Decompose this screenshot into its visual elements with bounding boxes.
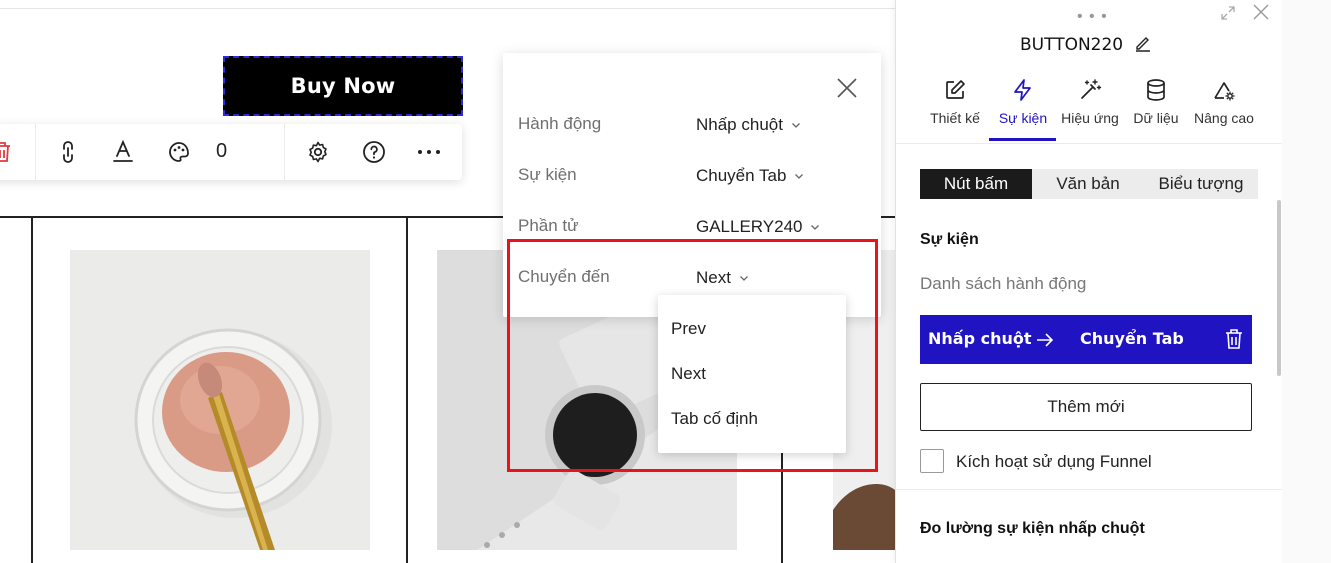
magic-wand-icon [1081,79,1102,99]
tab-effects-label: Hiệu ứng [1061,110,1119,126]
click-tracking-title: Đo lường sự kiện nhấp chuột [920,520,1145,537]
section-divider [896,489,1283,490]
tab-effects[interactable]: Hiệu ứng [1052,78,1128,134]
chevron-down-icon [811,225,820,230]
pencil-square-icon [946,80,965,99]
tab-design[interactable]: Thiết kế [917,78,993,134]
segment-button[interactable]: Nút bấm [920,169,1032,199]
buy-now-button[interactable]: Buy Now [223,56,463,116]
trash-icon[interactable] [0,138,16,166]
segment-text[interactable]: Văn bản [1032,169,1144,199]
action-item[interactable]: Nhấp chuột Chuyển Tab [920,315,1252,364]
funnel-checkbox[interactable] [920,449,944,473]
tabs-divider [896,143,1283,144]
element-select-value: GALLERY240 [696,217,803,236]
tab-events-label: Sự kiện [998,110,1048,126]
gallery-divider [31,216,33,563]
right-gutter [1282,0,1331,563]
action-label: Hành động [518,114,602,133]
action-select[interactable]: Nhấp chuột [696,115,801,135]
toolbar-divider [35,124,36,180]
close-icon[interactable] [836,77,858,99]
tab-advanced-label: Nâng cao [1194,110,1254,126]
shapes-gear-icon [1214,82,1235,101]
action-trigger: Nhấp chuột [928,329,1032,348]
drag-handle-icon[interactable]: • • • [1077,8,1108,26]
more-icon[interactable] [415,138,443,166]
panel-scrollbar[interactable] [1277,200,1281,376]
tab-events[interactable]: Sự kiện [985,78,1061,134]
buy-now-label: Buy Now [290,74,396,98]
palette-icon[interactable] [165,138,193,166]
tab-design-label: Thiết kế [930,110,980,126]
tab-advanced[interactable]: Nâng cao [1186,78,1262,134]
annotation-highlight-box [507,239,878,472]
events-section-title: Sự kiện [920,231,979,248]
chevron-down-icon [791,123,800,128]
gear-icon[interactable] [304,138,332,166]
edit-icon[interactable] [1134,34,1152,52]
trash-icon[interactable] [1224,328,1244,350]
element-label: Phần tử [518,216,579,235]
action-select-value: Nhấp chuột [696,115,783,134]
editor-screen: Buy Now 0 Hành động Nhấp chuột Sự kiện C… [0,0,1331,563]
close-icon[interactable] [1252,3,1270,21]
active-tab-indicator [989,138,1056,141]
canvas-top-border [0,8,895,9]
action-event: Chuyển Tab [1080,329,1184,348]
lightning-icon [1014,79,1031,101]
gallery-image-makeup[interactable] [70,250,370,550]
event-select[interactable]: Chuyển Tab [696,166,804,186]
element-name-title: BUTTON220 [1020,35,1124,55]
add-new-button[interactable]: Thêm mới [920,383,1252,431]
toolbar-count: 0 [216,140,228,162]
arrow-right-icon [1037,333,1054,347]
settings-panel: • • • BUTTON220 Thiết kế Sự kiện Hiệu ứn… [895,0,1283,563]
tab-data-label: Dữ liệu [1133,110,1179,126]
tab-data[interactable]: Dữ liệu [1118,78,1194,134]
toolbar-divider [284,124,285,180]
gallery-divider [406,216,408,563]
funnel-checkbox-label: Kích hoạt sử dụng Funnel [956,452,1152,471]
event-label: Sự kiện [518,165,577,184]
chevron-down-icon [795,174,804,179]
help-icon[interactable] [360,138,388,166]
action-list-label: Danh sách hành động [920,274,1087,293]
segment-icon[interactable]: Biểu tượng [1144,169,1258,199]
text-format-icon[interactable] [109,138,137,166]
target-segmented-control: Nút bấm Văn bản Biểu tượng [920,169,1258,199]
element-select[interactable]: GALLERY240 [696,217,820,237]
link-icon[interactable] [54,138,82,166]
event-select-value: Chuyển Tab [696,166,787,185]
element-toolbar: 0 [0,124,462,180]
collapse-icon[interactable] [1219,4,1237,22]
database-icon [1147,79,1165,101]
